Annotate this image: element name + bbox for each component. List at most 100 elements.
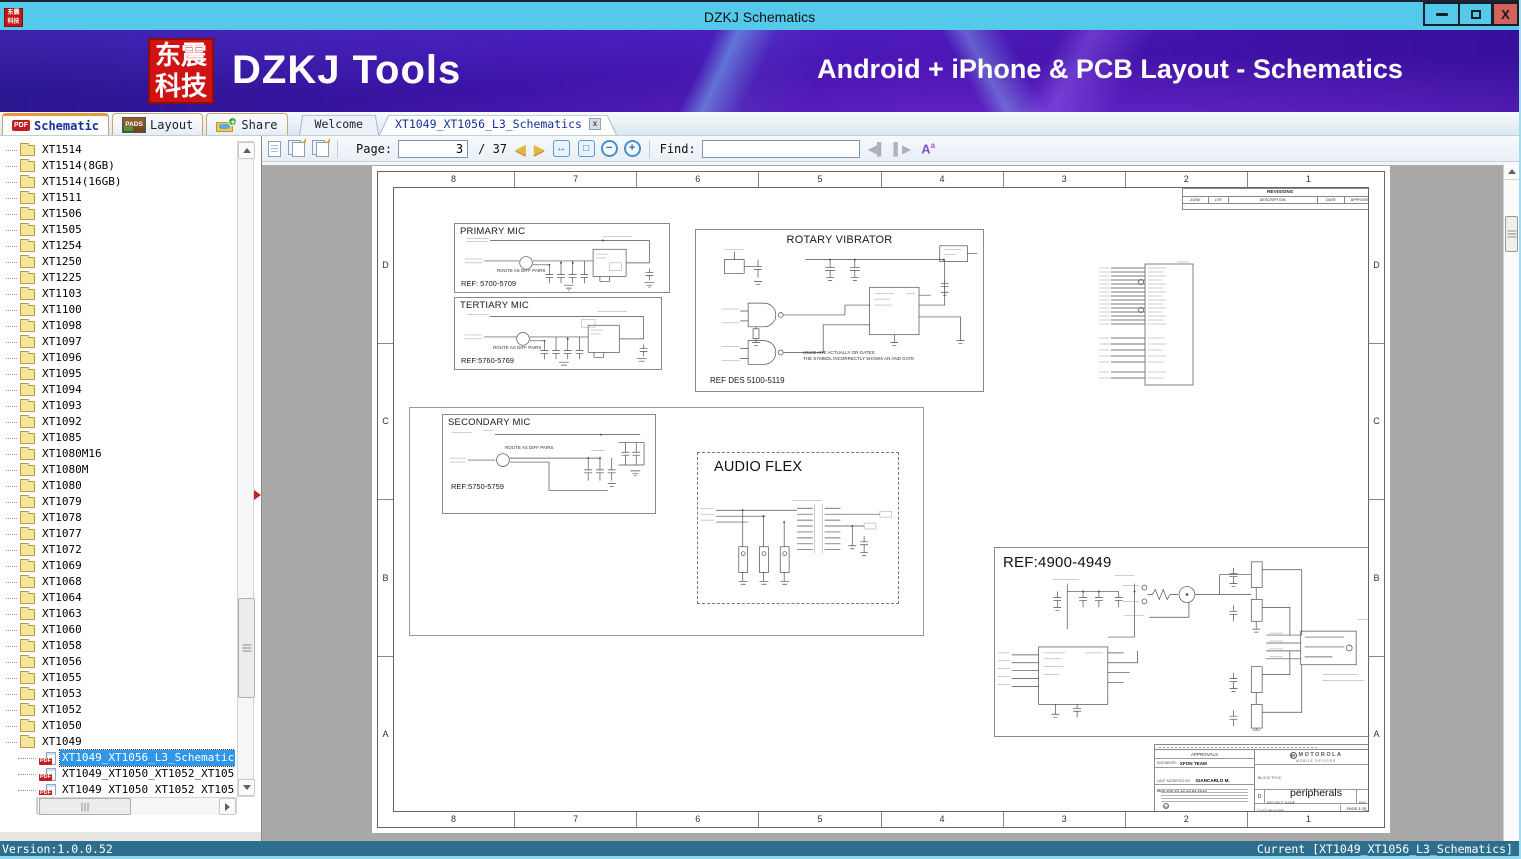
tree-file-selected[interactable]: PDF XT1049_XT1056_L3_Schematics	[0, 749, 235, 767]
sidebar-horizontal-scrollbar[interactable]	[36, 797, 237, 815]
block-ref: REF: 5700-5709	[461, 279, 517, 288]
schematic-viewer: 87654321 DCBA REVISIONS ZONE LTR DESCRIPTI…	[262, 162, 1519, 841]
tab-schematic[interactable]: PDF Schematic	[2, 113, 110, 135]
tree-file-item[interactable]: PDF XT1049_XT1050_XT1052_XT1053_XT1	[0, 766, 235, 782]
close-button[interactable]: X	[1492, 2, 1519, 26]
tree-folder-item[interactable]: XT1093	[0, 398, 235, 414]
scrollbar-thumb[interactable]	[1505, 216, 1518, 252]
tree-folder-item[interactable]: XT1055	[0, 670, 235, 686]
tree-folder-item[interactable]: XT1100	[0, 302, 235, 318]
tree-connector	[6, 549, 17, 551]
scroll-right-button[interactable]	[219, 798, 236, 815]
tree-folder-item[interactable]: XT1511	[0, 190, 235, 206]
page-view-icon[interactable]	[268, 140, 281, 157]
tree-folder-item[interactable]: XT1056	[0, 654, 235, 670]
viewer-vertical-scrollbar[interactable]	[1503, 164, 1519, 841]
tree-connector	[6, 325, 17, 327]
fit-width-button[interactable]: ↔	[552, 140, 570, 157]
ruler-row-label: A	[378, 655, 393, 813]
tree-folder-item[interactable]: XT1225	[0, 270, 235, 286]
ruler-column-label: 8	[451, 814, 457, 824]
tree-folder-item[interactable]: XT1050	[0, 718, 235, 734]
tab-layout[interactable]: PADS Layout	[112, 113, 204, 135]
tree-item-label: XT1069	[42, 559, 82, 572]
match-case-icon[interactable]: Aa	[921, 141, 935, 156]
tree-folder-item[interactable]: XT1069	[0, 558, 235, 574]
tree-folder-item[interactable]: XT1080M16	[0, 446, 235, 462]
folder-icon	[20, 414, 35, 428]
find-input[interactable]	[701, 139, 860, 158]
tree-item-label: XT1049_XT1050_XT1052_XT1053_XT1	[62, 767, 235, 780]
zoom-in-button[interactable]: +	[623, 140, 641, 157]
tree-folder-item[interactable]: XT1058	[0, 638, 235, 654]
scrollbar-thumb[interactable]	[39, 798, 131, 815]
fit-page-button[interactable]: □	[577, 140, 595, 157]
tree-item-label: XT1050	[42, 719, 82, 732]
sidebar-vertical-scrollbar[interactable]	[237, 141, 255, 797]
tree-folder-item[interactable]: XT1506	[0, 206, 235, 222]
tree-folder-item[interactable]: XT1078	[0, 510, 235, 526]
tree-folder-item[interactable]: XT1052	[0, 702, 235, 718]
tree-folder-item[interactable]: XT1063	[0, 606, 235, 622]
scroll-up-button[interactable]	[1504, 164, 1519, 180]
copy-page-icon[interactable]	[288, 138, 306, 157]
minimize-button[interactable]	[1423, 2, 1460, 26]
tree-folder-item[interactable]: XT1092	[0, 414, 235, 430]
tree-folder-item[interactable]: XT1094	[0, 382, 235, 398]
minimize-icon	[1435, 12, 1448, 16]
tree-folder-item[interactable]: XT1514	[0, 142, 235, 158]
tree-folder-item[interactable]: XT1514(16GB)	[0, 174, 235, 190]
tree-folder-item[interactable]: XT1096	[0, 350, 235, 366]
tree-connector	[6, 405, 17, 407]
tree-folder-item[interactable]: XT1085	[0, 430, 235, 446]
app-window: 东震 科技 DZKJ Schematics X 东震 科技 DZKJ Tools…	[0, 0, 1521, 859]
tree-file-item[interactable]: PDF XT1049_XT1050_XT1052_XT1053_XT1	[0, 782, 235, 795]
snapshot-icon[interactable]	[312, 138, 330, 157]
tree-folder-item[interactable]: XT1080	[0, 478, 235, 494]
scrollbar-thumb[interactable]	[238, 598, 255, 698]
tree-item-label: XT1072	[42, 543, 82, 556]
tree-folder-item[interactable]: XT1077	[0, 526, 235, 542]
tree-folder-item[interactable]: XT1072	[0, 542, 235, 558]
tree-folder-item[interactable]: XT1049	[0, 734, 235, 750]
tree-folder-item[interactable]: XT1505	[0, 222, 235, 238]
schematic-page[interactable]: 87654321 DCBA REVISIONS ZONE LTR DESCRIPTI…	[372, 166, 1390, 833]
tab-close-icon[interactable]: x	[588, 118, 601, 130]
previous-page-button[interactable]: ◀	[515, 142, 526, 156]
page-number-input[interactable]	[398, 139, 469, 158]
headset-jack-block: REF:4900-4949	[994, 547, 1368, 737]
zoom-out-button[interactable]: −	[600, 140, 618, 157]
find-previous-button[interactable]: ◀▌	[868, 143, 886, 155]
tab-welcome[interactable]: Welcome	[298, 113, 379, 135]
revisions-column-header: DATE	[1318, 197, 1346, 203]
tab-share[interactable]: Share	[206, 113, 288, 135]
tab-document[interactable]: XT1049_XT1056_L3_Schematics x	[378, 113, 617, 135]
tree-item-label: XT1254	[42, 239, 82, 252]
tree-connector	[6, 149, 17, 151]
sidebar: XT1514 XT1514(8GB) XT1514(16GB) XT1511 XT150…	[0, 136, 262, 841]
scroll-up-button[interactable]	[238, 142, 255, 159]
scroll-down-button[interactable]	[238, 779, 255, 796]
tree-folder-item[interactable]: XT1068	[0, 574, 235, 590]
arrow-down-icon	[242, 785, 251, 790]
tree-folder-item[interactable]: XT1097	[0, 334, 235, 350]
tree-folder-item[interactable]: XT1514(8GB)	[0, 158, 235, 174]
maximize-button[interactable]	[1458, 2, 1493, 26]
folder-icon	[20, 718, 35, 732]
frame-corner	[378, 172, 393, 187]
ruler-column-label: 4	[880, 172, 1003, 187]
tree-folder-item[interactable]: XT1254	[0, 238, 235, 254]
tree-folder-item[interactable]: XT1080M	[0, 462, 235, 478]
tree-folder-item[interactable]: XT1060	[0, 622, 235, 638]
tree-folder-item[interactable]: XT1095	[0, 366, 235, 382]
tree-folder-item[interactable]: XT1098	[0, 318, 235, 334]
sidebar-splitter-arrow[interactable]	[254, 490, 261, 500]
tree-folder-item[interactable]: XT1250	[0, 254, 235, 270]
next-page-button[interactable]: ▶	[534, 142, 545, 156]
tree-folder-item[interactable]: XT1053	[0, 686, 235, 702]
find-next-button[interactable]: ▌▶	[893, 143, 911, 155]
tree-folder-item[interactable]: XT1079	[0, 494, 235, 510]
tree-folder-item[interactable]: XT1103	[0, 286, 235, 302]
tree-folder-item[interactable]: XT1064	[0, 590, 235, 606]
frame-corner	[1369, 172, 1384, 187]
